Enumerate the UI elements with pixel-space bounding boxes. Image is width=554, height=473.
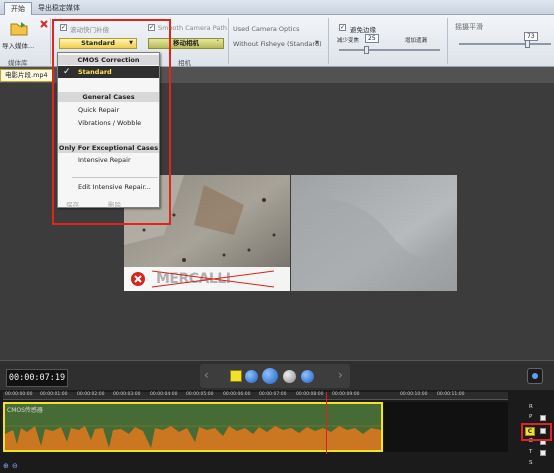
tab-start[interactable]: 开始 <box>4 2 32 15</box>
stabilized-video-frame <box>291 175 457 291</box>
menu-header-cmos: CMOS Correction <box>58 55 159 65</box>
forward-icon[interactable] <box>301 370 314 383</box>
smooth-slider-thumb[interactable] <box>525 40 530 48</box>
ruler-tick: 00:00:01:00 <box>40 392 68 397</box>
ruler-tick: 00:00:09:00 <box>332 392 360 397</box>
smooth-label: 摇摄平滑 <box>455 23 483 31</box>
ruler-tick: 00:00:11:00 <box>437 392 465 397</box>
legend-t: T <box>529 449 533 455</box>
prev-arrow-icon[interactable]: ‹ <box>204 368 209 382</box>
ruler-tick: 00:00:04:00 <box>150 392 178 397</box>
separator <box>328 18 329 64</box>
pause-icon[interactable] <box>283 370 296 383</box>
rewind-icon[interactable] <box>245 370 258 383</box>
optics-value: Without Fisheye (Standard) <box>233 40 322 48</box>
ribbon-tab-bar: 开始 导出稳定媒体 <box>0 0 554 15</box>
avoid-borders-label: 避免边缘 <box>350 26 376 34</box>
camera-group-label: 相机 <box>178 59 191 67</box>
ruler-tick: 00:00:10:00 <box>400 392 428 397</box>
legend-s: S <box>529 460 533 466</box>
frame-icon[interactable] <box>230 370 242 382</box>
smooth-slider-track[interactable] <box>459 43 551 45</box>
ruler-tick: 00:00:00:00 <box>5 392 33 397</box>
menu-save-button[interactable]: 保存 <box>66 199 79 209</box>
legend-p: P <box>529 414 533 420</box>
menu-item-quick-repair[interactable]: Quick Repair <box>78 106 119 114</box>
import-label: 导入媒体... <box>2 42 35 50</box>
separator <box>50 18 51 64</box>
menu-item-standard-label: Standard <box>78 68 112 76</box>
max-zoom-label: 增加遗漏 <box>405 38 428 44</box>
playhead[interactable] <box>326 392 327 454</box>
camera-mode-value: 移动相机 <box>173 39 199 47</box>
stabilized-frame-image <box>291 175 457 291</box>
menu-delete-button[interactable]: 删除 <box>108 199 121 209</box>
timeline-empty-region <box>384 402 508 452</box>
transport-bar: ‹ › <box>200 364 350 388</box>
avoid-borders-checkbox[interactable]: ✓ <box>339 24 346 31</box>
app-window: 开始 导出稳定媒体 导入媒体... 媒体库 ✓ 滚动快门补偿 Standard … <box>0 0 554 473</box>
watermark-banner: MERCALLI <box>124 267 290 291</box>
smooth-camera-checkbox[interactable]: ✓ <box>148 24 155 31</box>
zoom-out-icon[interactable]: ⊖ <box>12 462 18 470</box>
next-arrow-icon[interactable]: › <box>338 368 343 382</box>
chevron-down-icon: ▼ <box>129 40 133 46</box>
legend-t-checkbox[interactable] <box>540 450 546 456</box>
timeline: 00:00:00:00 00:00:01:00 00:00:02:00 00:0… <box>0 390 554 473</box>
separator <box>228 18 229 64</box>
media-library-group-label: 媒体库 <box>8 59 28 67</box>
menu-item-intensive-repair[interactable]: Intensive Repair <box>78 156 131 164</box>
smooth-camera-label: Smooth Camera Path <box>158 24 227 32</box>
rolling-shutter-checkbox[interactable]: ✓ <box>60 24 67 31</box>
checkmark-icon: ✓ <box>63 67 71 77</box>
ruler-tick: 00:00:07:00 <box>259 392 287 397</box>
legend-highlight-box <box>521 423 552 441</box>
watermark-strike <box>151 270 275 288</box>
legend-p-checkbox[interactable] <box>540 415 546 421</box>
legend-r: R <box>529 404 533 410</box>
menu-item-edit-intensive[interactable]: Edit Intensive Repair... <box>78 183 151 191</box>
zoom-value: 25 <box>365 34 379 43</box>
min-zoom-label: 减少变焦 <box>337 38 360 44</box>
ruler-tick: 00:00:08:00 <box>296 392 324 397</box>
waveform <box>5 425 381 450</box>
separator <box>447 18 448 64</box>
zoom-slider-thumb[interactable] <box>364 46 369 54</box>
ruler-tick: 00:00:02:00 <box>77 392 105 397</box>
menu-header-exceptional: Only For Exceptional Cases <box>58 143 159 153</box>
zoom-slider-track[interactable] <box>339 49 440 51</box>
timecode-display: 00:00:07:19 <box>6 369 68 387</box>
correction-dropdown[interactable]: Standard ▼ <box>59 38 137 49</box>
menu-divider <box>72 177 158 178</box>
chevron-down-icon: ▼ <box>315 40 319 46</box>
zoom-in-icon[interactable]: ⊕ <box>3 462 9 470</box>
chevron-down-icon: ˅ <box>216 40 220 46</box>
correction-value: Standard <box>81 39 115 47</box>
ruler-tick: 00:00:06:00 <box>223 392 251 397</box>
ruler-tick: 00:00:05:00 <box>186 392 214 397</box>
optics-dropdown[interactable]: Without Fisheye (Standard) ▼ <box>233 40 323 49</box>
camera-mode-dropdown[interactable]: 移动相机 ˅ <box>148 38 224 49</box>
rolling-shutter-label: 滚动快门补偿 <box>70 26 109 34</box>
tab-export[interactable]: 导出稳定媒体 <box>32 2 86 15</box>
menu-header-general: General Cases <box>58 92 159 102</box>
playback-controls: 00:00:07:19 ‹ › <box>0 360 554 390</box>
import-media-button[interactable]: 导入媒体... <box>2 18 36 54</box>
delete-x-icon[interactable] <box>40 20 48 28</box>
folder-import-icon <box>10 22 28 36</box>
used-optics-label: Used Camera Optics <box>233 25 300 33</box>
record-dot-icon <box>532 373 538 379</box>
document-tab[interactable]: 电影片段.mp4 <box>0 69 53 82</box>
correction-menu: CMOS Correction ✓ Standard General Cases… <box>57 52 160 209</box>
play-icon[interactable] <box>262 368 278 384</box>
menu-item-standard[interactable]: ✓ Standard <box>58 66 159 78</box>
timeline-ruler[interactable]: 00:00:00:00 00:00:01:00 00:00:02:00 00:0… <box>3 392 508 400</box>
menu-item-vibrations[interactable]: Vibrations / Wobble <box>78 119 141 127</box>
view-toggle-button[interactable] <box>527 368 543 384</box>
ruler-tick: 00:00:03:00 <box>113 392 141 397</box>
